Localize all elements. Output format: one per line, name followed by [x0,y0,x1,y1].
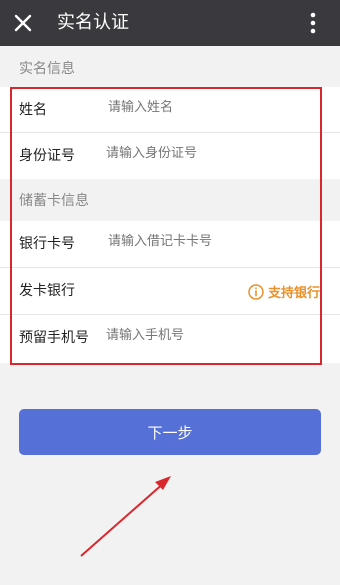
section-label-card: 储蓄卡信息 [19,193,89,209]
id-number-label: 身份证号 [19,148,75,164]
name-label: 姓名 [19,102,47,118]
name-row[interactable]: 姓名 [0,87,340,131]
top-bar: 实名认证 [0,0,340,46]
info-icon [248,283,264,300]
card-number-label: 银行卡号 [19,236,75,252]
close-icon[interactable] [11,11,35,35]
supported-banks-link[interactable]: 支持银行 [248,282,320,301]
page-title: 实名认证 [57,12,129,33]
card-number-input[interactable] [108,233,288,248]
phone-label: 预留手机号 [19,330,89,346]
more-vertical-icon[interactable] [302,11,324,35]
card-number-row[interactable]: 银行卡号 [0,221,340,265]
id-number-input[interactable] [106,145,286,160]
phone-input[interactable] [106,327,286,342]
section-label-realname: 实名信息 [19,61,75,77]
phone-row[interactable]: 预留手机号 [0,315,340,359]
realname-form: 姓名 身份证号 [0,87,340,179]
pointer-arrow-annotation [80,476,171,557]
name-input[interactable] [108,99,288,114]
next-step-button[interactable]: 下一步 [19,409,321,455]
supported-banks-label: 支持银行 [268,286,321,301]
id-number-row[interactable]: 身份证号 [0,133,340,177]
bank-label: 发卡银行 [19,283,75,299]
